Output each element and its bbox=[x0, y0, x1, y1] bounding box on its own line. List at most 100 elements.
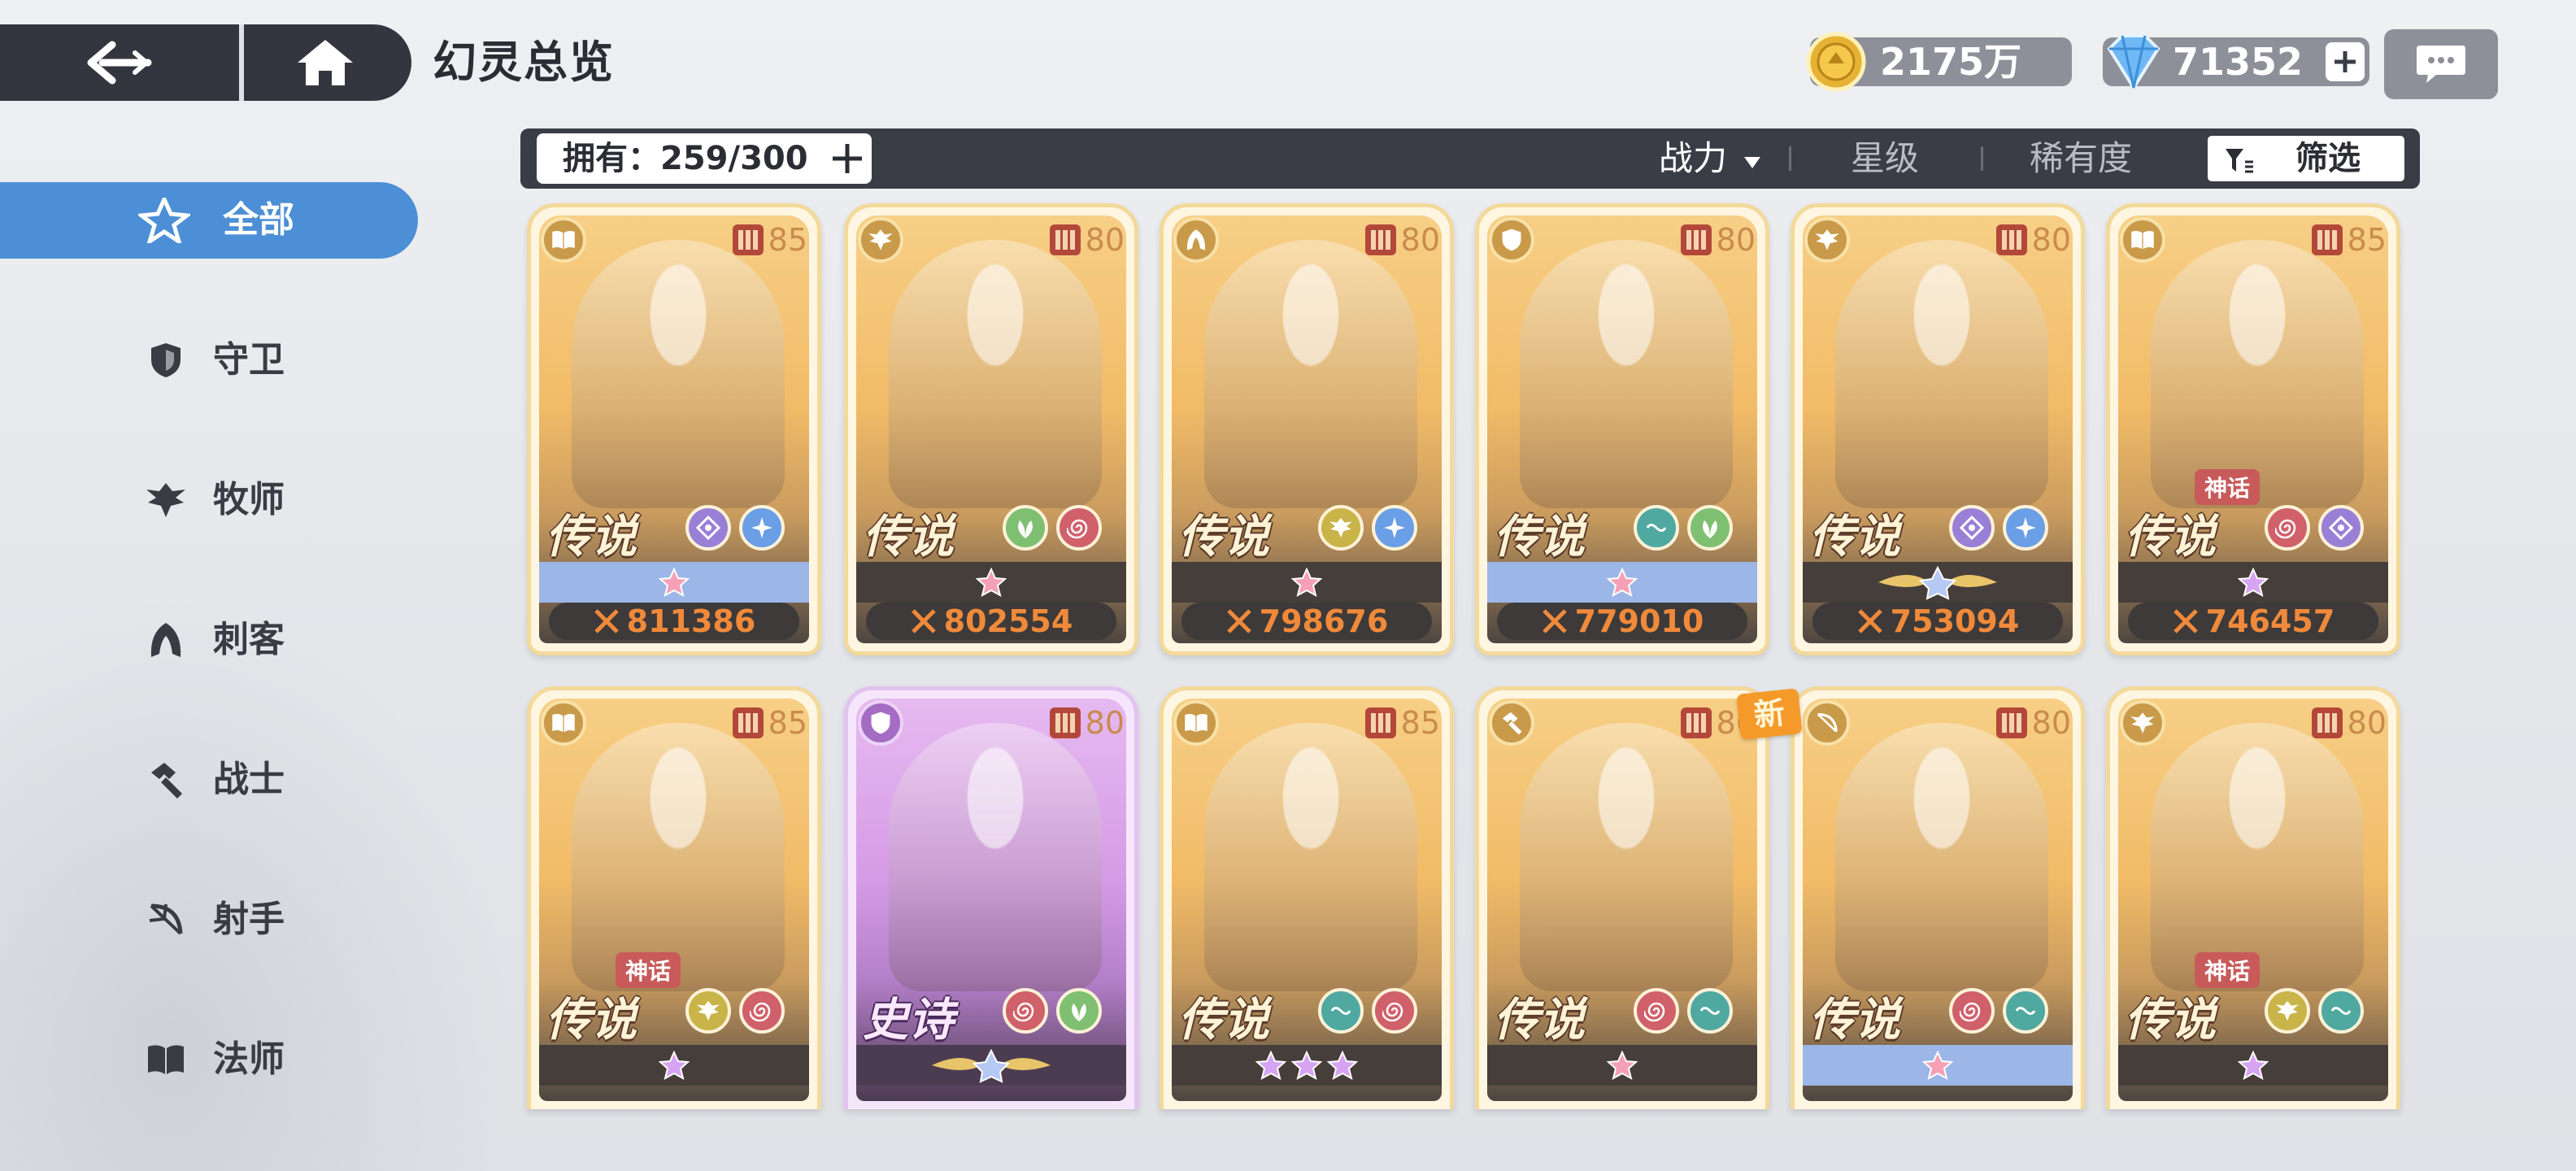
home-icon bbox=[298, 40, 353, 85]
add-gems-button[interactable] bbox=[2326, 42, 2365, 81]
hero-card[interactable]: 80 传说 798676 bbox=[1160, 203, 1454, 655]
level-value: 85 bbox=[768, 222, 807, 258]
filter-funnel-icon bbox=[2226, 149, 2253, 173]
sidebar-item-warrior[interactable]: 战士 bbox=[0, 742, 418, 818]
level-value: 80 bbox=[2347, 705, 2387, 741]
hero-card[interactable]: 85 神话 传说 746457 bbox=[2106, 203, 2400, 655]
rarity-label: 传说 bbox=[546, 993, 637, 1047]
star-strip bbox=[856, 562, 1126, 603]
star-strip bbox=[1172, 562, 1442, 603]
expand-capacity-button[interactable] bbox=[829, 141, 865, 176]
star-strip bbox=[856, 1045, 1126, 1086]
level-value: 80 bbox=[1085, 705, 1125, 741]
hero-card[interactable]: 86 传说 bbox=[1475, 686, 1769, 1109]
sidebar-item-label: 全部 bbox=[223, 199, 294, 241]
sort-by-power[interactable]: 战力 bbox=[1659, 128, 1762, 189]
filter-label: 筛选 bbox=[2295, 140, 2361, 177]
hero-card[interactable]: 85 传说 811386 bbox=[527, 203, 821, 655]
hero-card[interactable]: 80 史诗 bbox=[844, 686, 1138, 1109]
rarity-label: 传说 bbox=[2125, 993, 2216, 1047]
level-value: 85 bbox=[1400, 705, 1440, 741]
star-strip bbox=[1172, 1045, 1442, 1086]
star-strip bbox=[1803, 1045, 2073, 1086]
sidebar-item-priest[interactable]: 牧师 bbox=[0, 462, 418, 538]
mage-class-icon bbox=[2120, 217, 2165, 263]
level-bars-icon bbox=[1680, 707, 1712, 738]
hero-figure bbox=[2151, 240, 2364, 508]
filter-button[interactable]: 筛选 bbox=[2205, 133, 2407, 184]
sort-power-label: 战力 bbox=[1659, 138, 1728, 178]
crown-wings-icon bbox=[932, 1048, 1051, 1083]
back-button[interactable] bbox=[0, 24, 244, 101]
sidebar-item-guard[interactable]: 守卫 bbox=[0, 322, 418, 398]
combat-power: 798676 bbox=[1181, 603, 1432, 640]
wind-element-icon bbox=[2003, 988, 2048, 1034]
light-element-icon bbox=[2265, 988, 2310, 1034]
sidebar-item-archer[interactable]: 射手 bbox=[0, 882, 418, 958]
level-value: 80 bbox=[2031, 705, 2071, 741]
sidebar-item-mage[interactable]: 法师 bbox=[0, 1021, 418, 1098]
sidebar-item-label: 牧师 bbox=[213, 479, 285, 520]
ice-element-icon bbox=[739, 505, 785, 551]
level-indicator: 80 bbox=[1995, 220, 2071, 259]
nature-element-icon bbox=[1056, 988, 1102, 1034]
power-value: 811386 bbox=[626, 603, 756, 639]
gold-currency: 2175万 bbox=[1806, 32, 2072, 92]
chat-button[interactable] bbox=[2384, 29, 2498, 99]
light-element-icon bbox=[685, 988, 731, 1034]
hero-figure bbox=[1835, 723, 2048, 991]
sidebar-item-label: 射手 bbox=[213, 899, 285, 940]
power-value: 746457 bbox=[2205, 603, 2335, 639]
hero-card[interactable]: 85 神话 传说 bbox=[527, 686, 821, 1109]
archer-class-icon bbox=[1804, 700, 1850, 746]
wind-element-icon bbox=[2318, 988, 2364, 1034]
level-value: 85 bbox=[2347, 222, 2387, 258]
hero-card[interactable]: 80 传说 779010 bbox=[1475, 203, 1769, 655]
assassin-icon bbox=[143, 621, 189, 659]
hero-card[interactable]: 80 传说 bbox=[1791, 686, 2085, 1109]
star-icon bbox=[659, 568, 690, 597]
combat-power: 746457 bbox=[2128, 603, 2378, 640]
rarity-label: 传说 bbox=[863, 510, 954, 564]
vortex-element-icon bbox=[2265, 505, 2310, 551]
level-bars-icon bbox=[1049, 224, 1081, 255]
hero-figure bbox=[1520, 240, 1733, 508]
crossed-swords-icon bbox=[1226, 609, 1251, 633]
all-star-icon bbox=[138, 198, 190, 243]
sort-by-rarity[interactable]: 稀有度 bbox=[2030, 128, 2132, 189]
star-icon bbox=[1327, 1051, 1358, 1080]
arcane-element-icon bbox=[685, 505, 731, 551]
power-value: 779010 bbox=[1574, 603, 1704, 639]
rarity-label: 史诗 bbox=[863, 993, 954, 1047]
star-strip bbox=[1487, 1045, 1757, 1086]
crossed-swords-icon bbox=[1542, 609, 1567, 633]
level-indicator: 80 bbox=[1680, 220, 1756, 259]
wind-element-icon bbox=[1687, 988, 1733, 1034]
back-arrow-icon bbox=[87, 41, 152, 85]
hero-card[interactable]: 80 传说 753094 bbox=[1791, 203, 2085, 655]
level-value: 80 bbox=[1085, 222, 1125, 258]
sidebar-item-assassin[interactable]: 刺客 bbox=[0, 602, 418, 678]
hero-card[interactable]: 80 传说 802554 bbox=[844, 203, 1138, 655]
vortex-element-icon bbox=[739, 988, 785, 1034]
hero-card[interactable]: 80 神话 传说 bbox=[2106, 686, 2400, 1109]
sidebar-item-all[interactable]: 全部 bbox=[0, 182, 418, 259]
owned-count-box[interactable]: 拥有：259/300 bbox=[537, 133, 872, 184]
guard-class-icon bbox=[858, 700, 903, 746]
gem-currency: 71352 bbox=[2103, 34, 2369, 91]
star-icon bbox=[1291, 1051, 1322, 1080]
priest-class-icon bbox=[2120, 700, 2165, 746]
wing-icon bbox=[143, 481, 189, 519]
combat-power: 802554 bbox=[866, 603, 1116, 640]
star-strip bbox=[2118, 1045, 2388, 1086]
level-bars-icon bbox=[1995, 224, 2027, 255]
rarity-label: 传说 bbox=[1809, 510, 1900, 564]
hero-card[interactable]: 85 传说 bbox=[1160, 686, 1454, 1109]
new-badge: 新 bbox=[1736, 688, 1803, 740]
home-button[interactable] bbox=[244, 24, 407, 101]
divider bbox=[1789, 146, 1791, 171]
sort-by-star[interactable]: 星级 bbox=[1851, 128, 1919, 189]
vortex-element-icon bbox=[1056, 505, 1102, 551]
level-bars-icon bbox=[1364, 224, 1396, 255]
hero-figure bbox=[889, 240, 1102, 508]
